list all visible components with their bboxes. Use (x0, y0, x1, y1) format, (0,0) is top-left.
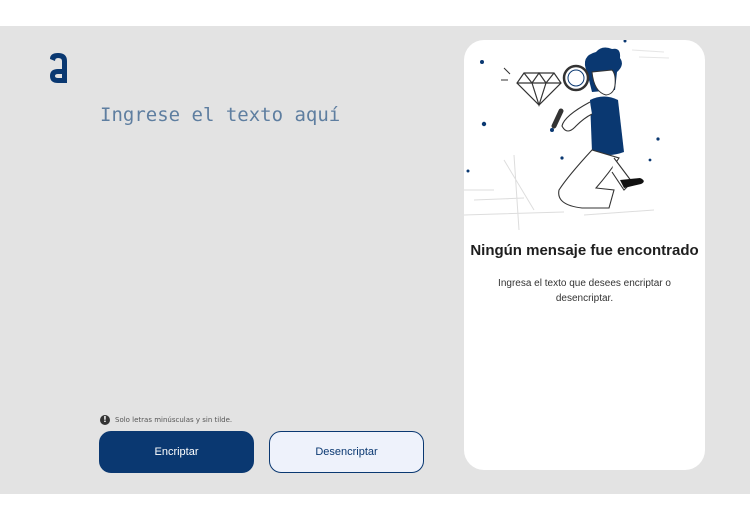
message-input[interactable] (100, 104, 420, 404)
app-container: ! Solo letras minúsculas y sin tilde. En… (0, 26, 750, 494)
decrypt-button[interactable]: Desencriptar (269, 431, 424, 473)
person-figure (551, 47, 644, 209)
exclamation-circle-icon: ! (100, 415, 110, 425)
diamond-icon (516, 71, 562, 107)
search-illustration (464, 40, 670, 230)
hint-text: Solo letras minúsculas y sin tilde. (115, 416, 233, 424)
output-message: Ingresa el texto que desees encriptar o … (498, 278, 671, 304)
output-title: Ningún mensaje fue encontrado (470, 242, 699, 259)
alura-logo (50, 53, 67, 83)
encrypt-button[interactable]: Encriptar (99, 431, 254, 473)
input-hint: ! Solo letras minúsculas y sin tilde. (100, 415, 232, 425)
output-panel: Ningún mensaje fue encontrado Ingresa el… (464, 40, 705, 470)
